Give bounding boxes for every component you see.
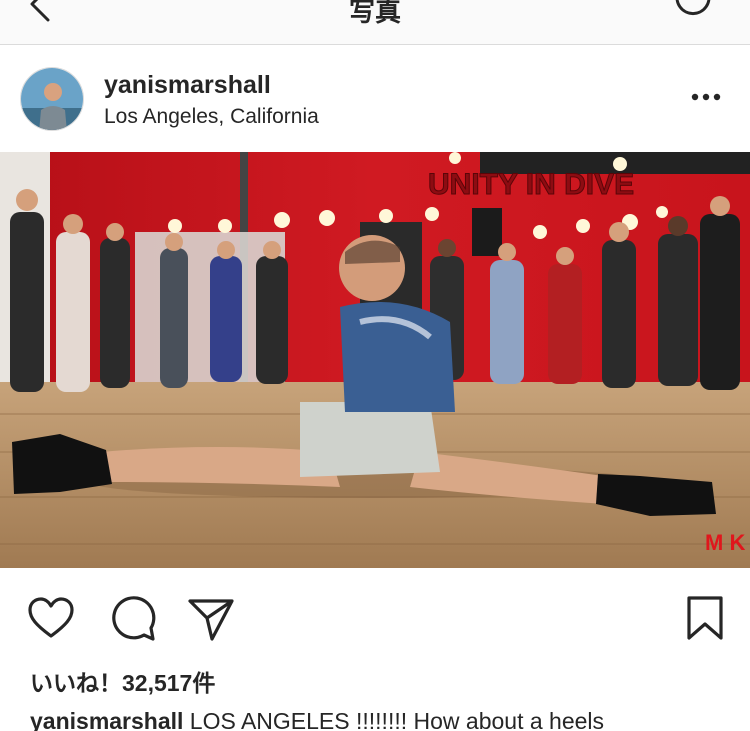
photo-watermark: M K: [705, 530, 745, 555]
caption-text: LOS ANGELES !!!!!!!! How about a heels: [183, 708, 605, 731]
more-dots-icon[interactable]: [690, 89, 722, 105]
wall-lettering: UNITY IN DIVE: [428, 168, 634, 201]
page-title: 写真: [348, 0, 401, 27]
like-count[interactable]: いいね！32,517件: [30, 664, 215, 698]
post-actions: [0, 568, 750, 668]
post-header: yanismarshall Los Angeles, California: [0, 45, 750, 152]
top-navigation-bar: 写真: [0, 0, 750, 45]
avatar[interactable]: [20, 67, 84, 131]
share-icon[interactable]: [186, 594, 236, 644]
post-caption: yanismarshall LOS ANGELES !!!!!!!! How a…: [30, 708, 604, 731]
comment-icon[interactable]: [108, 594, 158, 644]
bookmark-icon[interactable]: [680, 594, 730, 644]
caption-username[interactable]: yanismarshall: [30, 708, 183, 731]
post-photo[interactable]: UNITY IN DIVE M K: [0, 152, 750, 568]
post-username[interactable]: yanismarshall: [104, 71, 271, 100]
photo-illustration: UNITY IN DIVE M K: [0, 152, 750, 568]
post-location[interactable]: Los Angeles, California: [104, 105, 319, 129]
heart-icon[interactable]: [26, 594, 76, 644]
refresh-icon[interactable]: [672, 0, 712, 22]
